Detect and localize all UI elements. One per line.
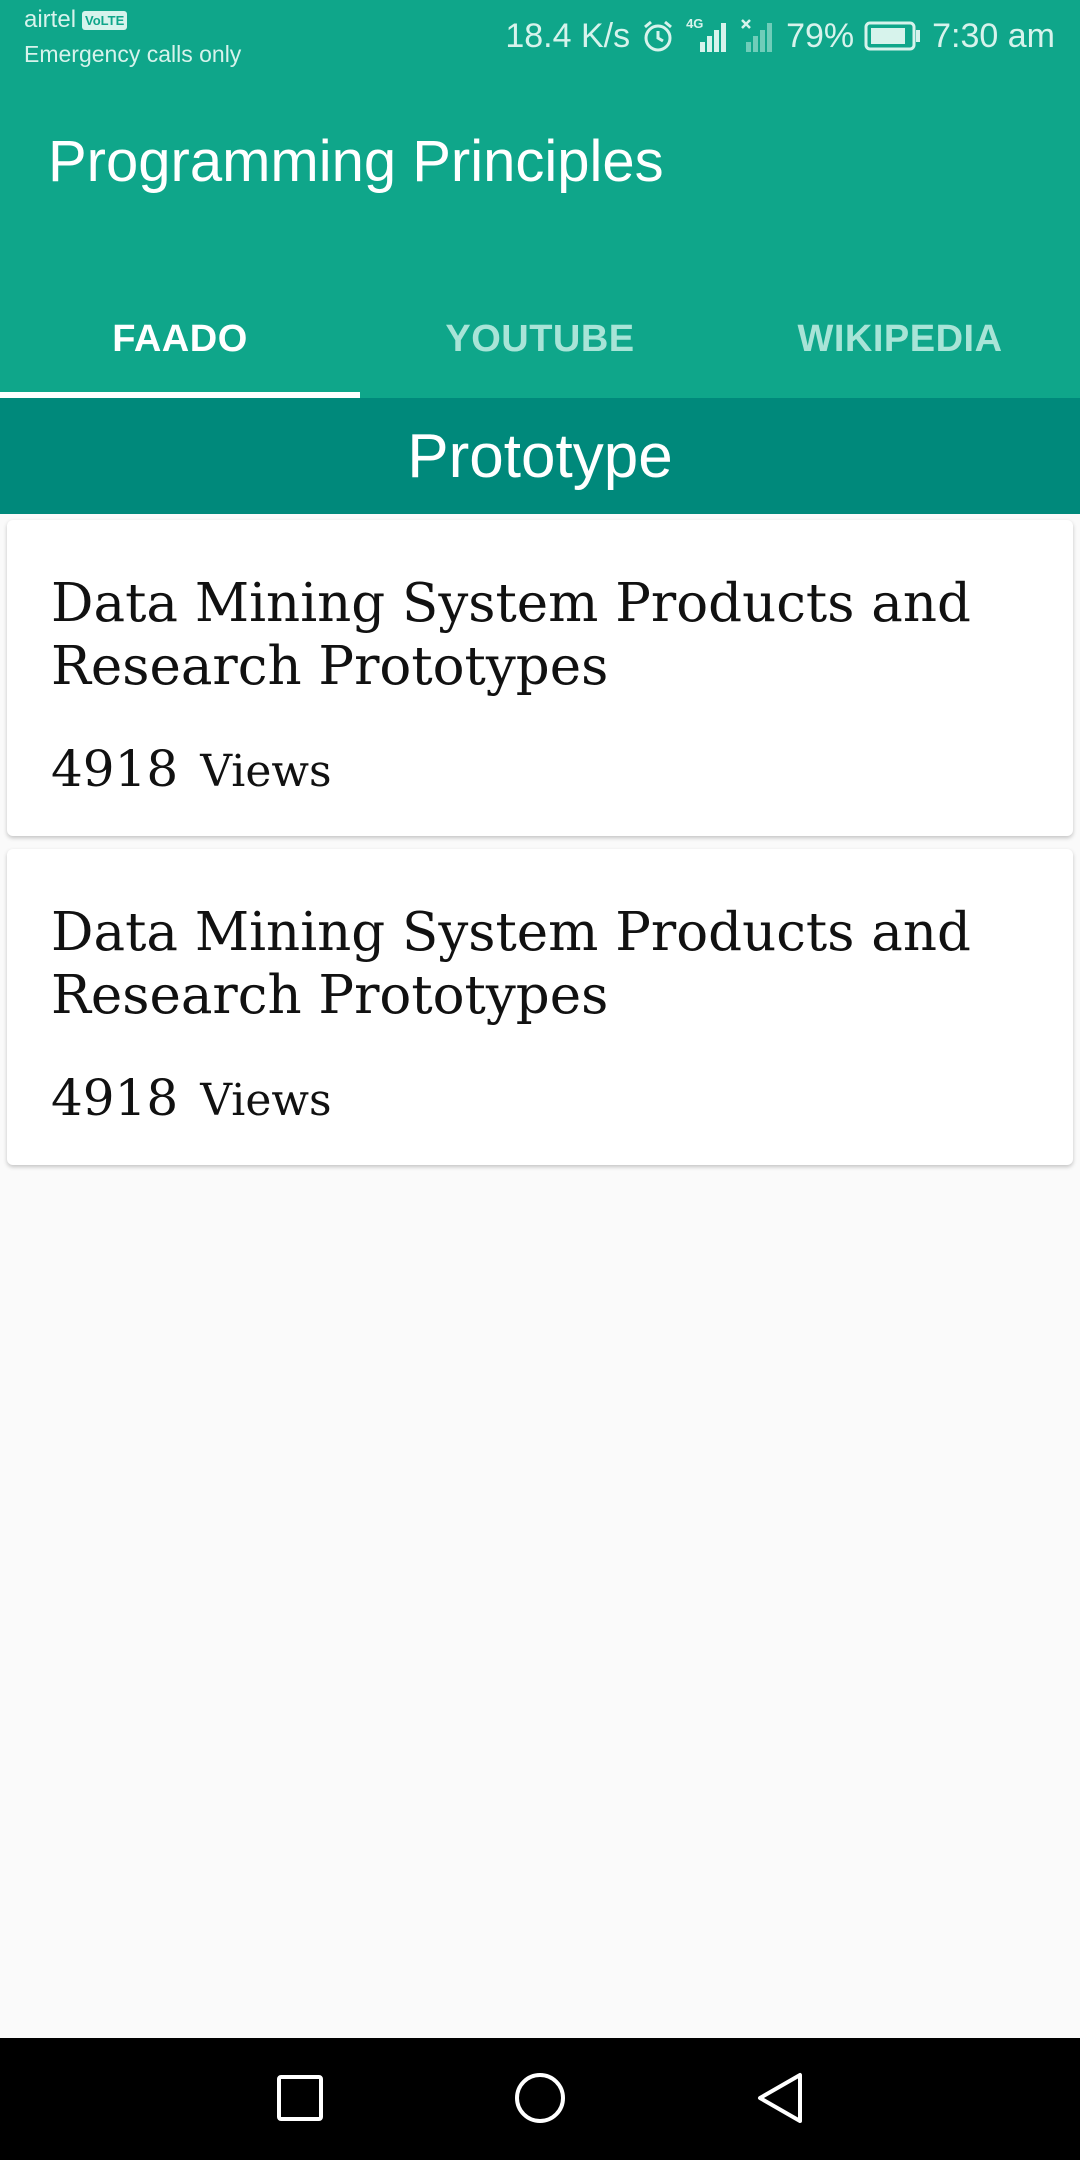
battery-percent: 79% [786,16,855,55]
tab-faado[interactable]: FAADO [0,280,360,398]
list-item[interactable]: Data Mining System Products and Research… [7,849,1073,1165]
item-views: 4918 Views [51,1069,332,1127]
clock: 7:30 am [932,16,1055,55]
no-signal-icon [740,18,776,54]
section-title: Prototype [407,421,673,491]
tab-youtube[interactable]: YOUTUBE [360,280,720,398]
volte-badge: VoLTE [82,10,128,30]
status-bar: airtel VoLTE Emergency calls only 18.4 K… [0,0,1080,72]
emergency-text: Emergency calls only [24,41,242,67]
back-icon [754,2071,806,2130]
battery-icon [864,21,922,51]
app-title: Programming Principles [48,129,664,194]
section-header: Prototype [0,398,1080,514]
views-label: Views [200,746,332,797]
network-type: 4G [686,16,704,31]
item-title: Data Mining System Products and Research… [51,573,971,697]
tab-label: YOUTUBE [445,317,635,360]
item-views: 4918 Views [51,740,332,798]
home-button[interactable] [500,2060,580,2140]
tab-wikipedia[interactable]: WIKIPEDIA [720,280,1080,398]
app-bar: Programming Principles FAADO YOUTUBE WIK… [0,72,1080,398]
recents-button[interactable] [260,2060,340,2140]
network-speed: 18.4 K/s [505,16,631,55]
carrier-name: airtel [24,6,77,33]
back-button[interactable] [740,2060,820,2140]
navigation-bar [0,2038,1080,2160]
tab-label: WIKIPEDIA [797,317,1003,360]
status-icons: 18.4 K/s 4G 79% 7:30 am [505,14,1055,58]
tab-label: FAADO [112,317,248,360]
recents-icon [276,2074,324,2127]
tab-bar: FAADO YOUTUBE WIKIPEDIA [0,280,1080,398]
carrier: airtel VoLTE [24,6,128,34]
home-icon [513,2071,567,2130]
item-title: Data Mining System Products and Research… [51,902,971,1026]
alarm-icon [640,18,676,54]
list-item[interactable]: Data Mining System Products and Research… [7,520,1073,836]
signal-icon: 4G [686,16,730,54]
views-count: 4918 [51,740,179,798]
views-count: 4918 [51,1069,179,1127]
views-label: Views [200,1075,332,1126]
